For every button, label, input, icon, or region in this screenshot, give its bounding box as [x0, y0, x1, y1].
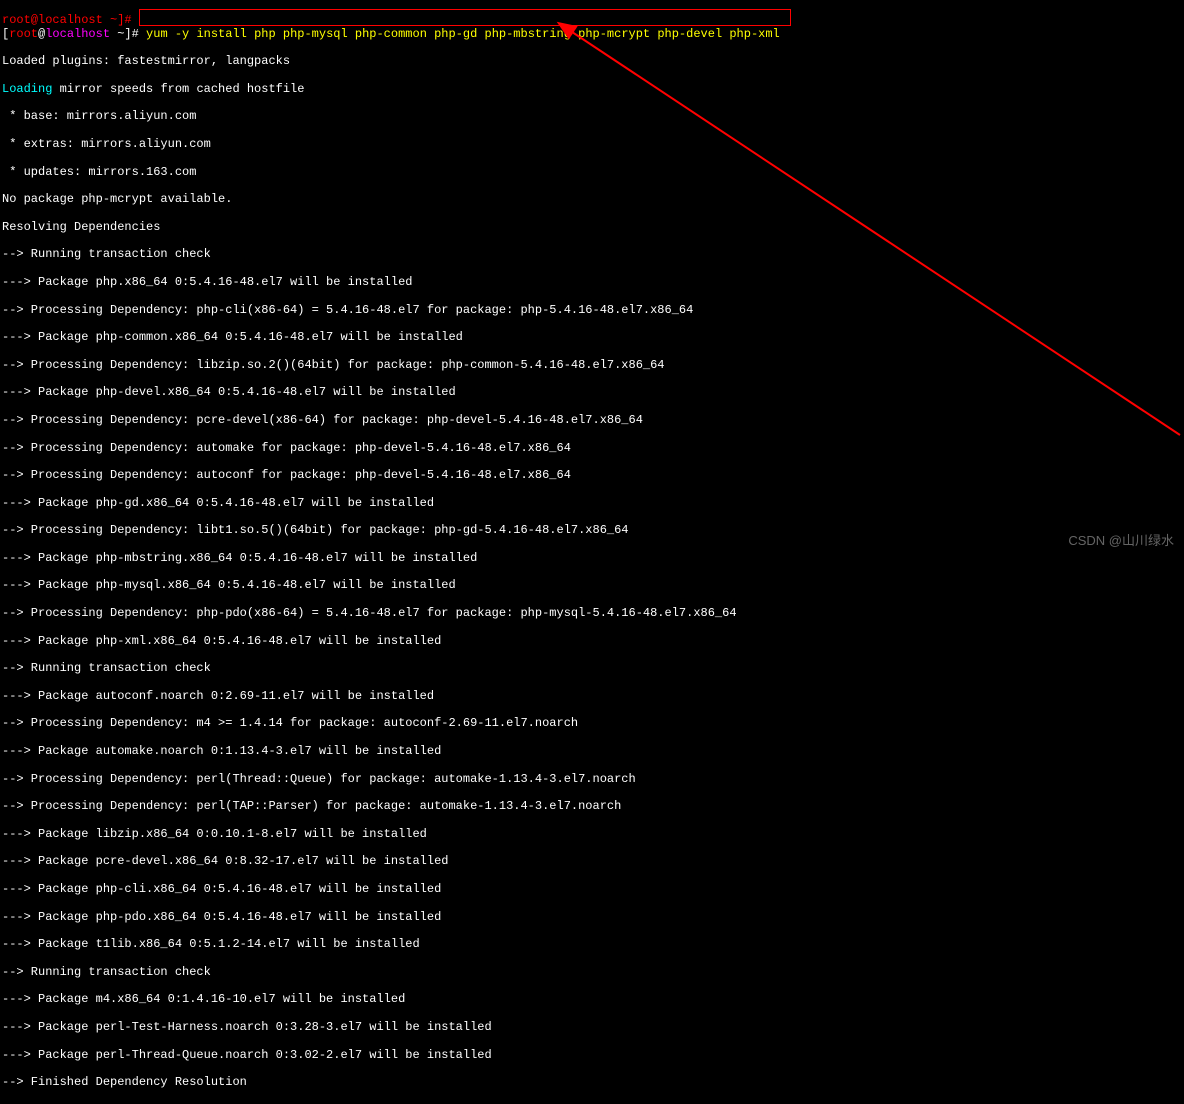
output-line: --> Running transaction check: [2, 662, 1182, 676]
output-line: ---> Package perl-Thread-Queue.noarch 0:…: [2, 1049, 1182, 1063]
output-line: ---> Package php-mbstring.x86_64 0:5.4.1…: [2, 552, 1182, 566]
output-line: Loading mirror speeds from cached hostfi…: [2, 83, 1182, 97]
output-line: --> Processing Dependency: php-pdo(x86-6…: [2, 607, 1182, 621]
output-line: ---> Package php-gd.x86_64 0:5.4.16-48.e…: [2, 497, 1182, 511]
output-line: ---> Package php.x86_64 0:5.4.16-48.el7 …: [2, 276, 1182, 290]
output-line: * updates: mirrors.163.com: [2, 166, 1182, 180]
command-text: yum -y install php php-mysql php-common …: [146, 27, 780, 41]
output-line: ---> Package perl-Test-Harness.noarch 0:…: [2, 1021, 1182, 1035]
watermark-text: CSDN @山川绿水: [1068, 534, 1174, 549]
output-line: --> Processing Dependency: autoconf for …: [2, 469, 1182, 483]
output-line: ---> Package php-xml.x86_64 0:5.4.16-48.…: [2, 635, 1182, 649]
prompt-line-prev: root@localhost ~]#: [2, 14, 1182, 28]
output-line: * base: mirrors.aliyun.com: [2, 110, 1182, 124]
output-line: --> Processing Dependency: php-cli(x86-6…: [2, 304, 1182, 318]
output-line: --> Processing Dependency: m4 >= 1.4.14 …: [2, 717, 1182, 731]
output-line: ---> Package php-cli.x86_64 0:5.4.16-48.…: [2, 883, 1182, 897]
output-line: --> Processing Dependency: libt1.so.5()(…: [2, 524, 1182, 538]
output-line: Loaded plugins: fastestmirror, langpacks: [2, 55, 1182, 69]
output-line: * extras: mirrors.aliyun.com: [2, 138, 1182, 152]
output-line: No package php-mcrypt available.: [2, 193, 1182, 207]
terminal-output[interactable]: root@localhost ~]#[root@localhost ~]# yu…: [0, 0, 1184, 1104]
output-line: --> Processing Dependency: perl(TAP::Par…: [2, 800, 1182, 814]
output-line: --> Processing Dependency: perl(Thread::…: [2, 773, 1182, 787]
output-line: --> Processing Dependency: libzip.so.2()…: [2, 359, 1182, 373]
output-line: ---> Package m4.x86_64 0:1.4.16-10.el7 w…: [2, 993, 1182, 1007]
output-line: ---> Package pcre-devel.x86_64 0:8.32-17…: [2, 855, 1182, 869]
output-line: ---> Package automake.noarch 0:1.13.4-3.…: [2, 745, 1182, 759]
output-line: ---> Package php-devel.x86_64 0:5.4.16-4…: [2, 386, 1182, 400]
prompt-line: [root@localhost ~]# yum -y install php p…: [2, 28, 1182, 42]
output-line: --> Processing Dependency: automake for …: [2, 442, 1182, 456]
output-line: ---> Package php-common.x86_64 0:5.4.16-…: [2, 331, 1182, 345]
output-line: --> Processing Dependency: pcre-devel(x8…: [2, 414, 1182, 428]
output-line: --> Finished Dependency Resolution: [2, 1076, 1182, 1090]
output-line: --> Running transaction check: [2, 248, 1182, 262]
output-line: --> Running transaction check: [2, 966, 1182, 980]
output-line: Resolving Dependencies: [2, 221, 1182, 235]
output-line: ---> Package libzip.x86_64 0:0.10.1-8.el…: [2, 828, 1182, 842]
output-line: ---> Package t1lib.x86_64 0:5.1.2-14.el7…: [2, 938, 1182, 952]
output-line: ---> Package php-pdo.x86_64 0:5.4.16-48.…: [2, 911, 1182, 925]
output-line: ---> Package autoconf.noarch 0:2.69-11.e…: [2, 690, 1182, 704]
output-line: ---> Package php-mysql.x86_64 0:5.4.16-4…: [2, 579, 1182, 593]
